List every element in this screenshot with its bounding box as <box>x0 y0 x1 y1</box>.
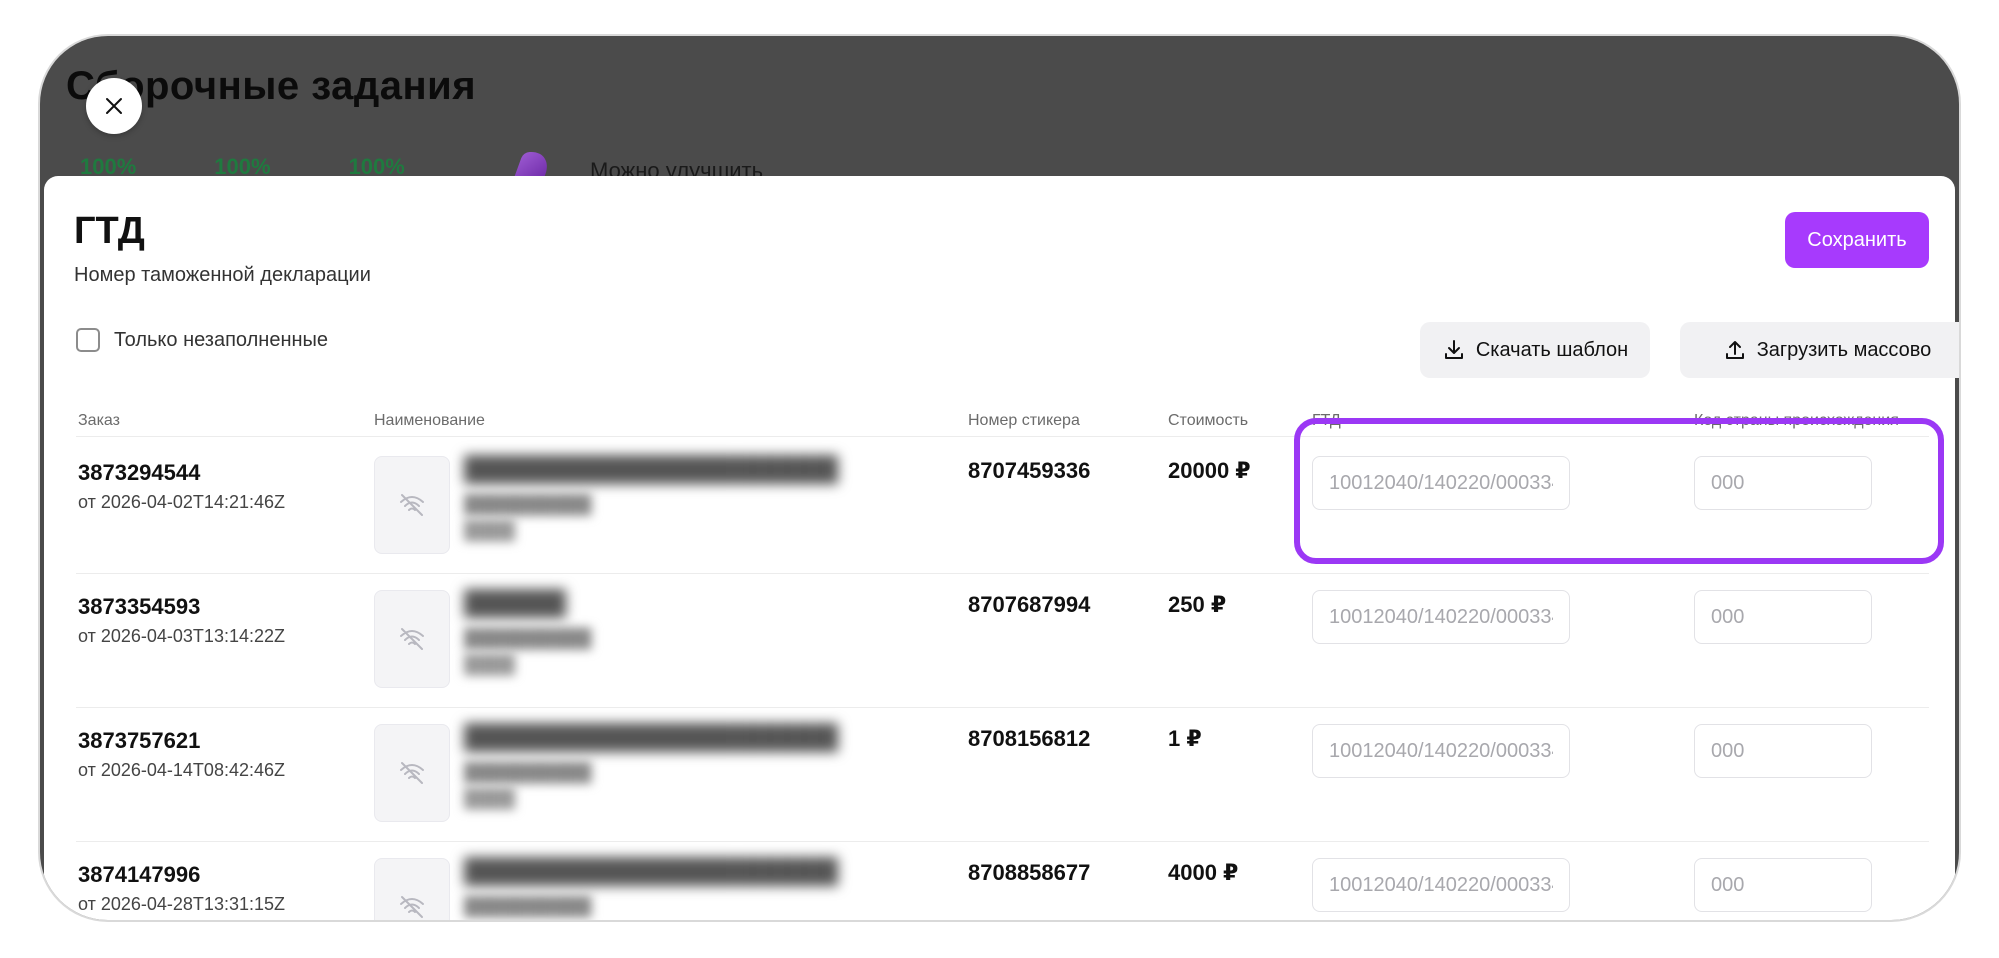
product-name-blurred: ██████████████████████ <box>464 858 839 885</box>
column-header-order: Заказ <box>78 412 120 429</box>
order-date: от 2026-04-14T08:42:46Z <box>78 760 285 780</box>
country-code-input[interactable] <box>1694 590 1872 644</box>
only-empty-filter[interactable]: Только незаполненные <box>76 328 328 352</box>
gtd-input[interactable] <box>1312 456 1570 510</box>
country-code-input[interactable] <box>1694 724 1872 778</box>
order-id: 3873354593 <box>78 594 201 619</box>
column-header-country: Код страны происхождения <box>1694 412 1899 429</box>
order-cost: 250 ₽ <box>1168 592 1227 617</box>
column-header-sticker: Номер стикера <box>968 412 1080 429</box>
table-row: 3873757621 от 2026-04-14T08:42:46Z █████… <box>44 708 1955 842</box>
column-header-gtd: ГТД <box>1312 412 1341 429</box>
product-detail-blurred: ██████████ <box>464 762 592 782</box>
country-code-input[interactable] <box>1694 456 1872 510</box>
order-cost: 20000 ₽ <box>1168 458 1251 483</box>
no-image-icon <box>400 762 424 784</box>
column-header-cost: Стоимость <box>1168 412 1249 429</box>
order-id: 3874147996 <box>78 862 201 887</box>
product-detail-blurred: ████ <box>464 654 516 674</box>
save-button[interactable]: Сохранить <box>1785 212 1929 268</box>
no-image-icon <box>400 628 424 650</box>
product-thumbnail <box>374 590 450 688</box>
product-name-blurred: ██████████████████████ <box>464 724 839 751</box>
product-detail-blurred: ██████████ <box>464 628 592 648</box>
product-thumbnail <box>374 724 450 822</box>
download-template-label: Скачать шаблон <box>1475 338 1629 361</box>
download-icon <box>1444 340 1463 359</box>
gtd-input[interactable] <box>1312 590 1570 644</box>
order-date: от 2026-04-02T14:21:46Z <box>78 492 285 512</box>
table-row: 3873294544 от 2026-04-02T14:21:46Z █████… <box>44 440 1955 574</box>
order-date: от 2026-04-28T13:31:15Z <box>78 894 285 914</box>
order-date: от 2026-04-03T13:14:22Z <box>78 626 285 646</box>
country-code-input[interactable] <box>1694 858 1872 912</box>
product-detail-blurred: ████ <box>464 520 516 540</box>
product-detail-blurred: ██████████ <box>464 896 592 916</box>
modal-title: ГТД <box>74 210 145 252</box>
sticker-number: 8707459336 <box>968 458 1091 483</box>
gtd-modal: ГТД Номер таможенной декларации Сохранит… <box>44 176 1959 920</box>
product-detail-blurred: ██████████ <box>464 494 592 514</box>
only-empty-checkbox[interactable] <box>76 328 100 352</box>
table-row: 3873354593 от 2026-04-03T13:14:22Z █████… <box>44 574 1955 708</box>
sticker-number: 8707687994 <box>968 592 1091 617</box>
modal-subtitle: Номер таможенной декларации <box>74 264 371 286</box>
sticker-number: 8708858677 <box>968 860 1091 885</box>
product-name-blurred: ██████ <box>464 590 567 617</box>
order-cost: 4000 ₽ <box>1168 860 1239 885</box>
bulk-upload-button[interactable]: Загрузить массово <box>1680 322 1959 378</box>
header-divider <box>76 436 1929 437</box>
upload-icon <box>1725 341 1744 359</box>
product-name-blurred: ██████████████████████ <box>464 456 839 483</box>
bulk-upload-label: Загрузить массово <box>1756 338 1932 361</box>
close-button[interactable] <box>86 78 142 134</box>
product-thumbnail <box>374 456 450 554</box>
no-image-icon <box>400 896 424 918</box>
gtd-input[interactable] <box>1312 858 1570 912</box>
order-id: 3873757621 <box>78 728 201 753</box>
table-row: 3874147996 от 2026-04-28T13:31:15Z █████… <box>44 842 1955 920</box>
order-id: 3873294544 <box>78 460 201 485</box>
app-frame: Сборочные задания 100% 100% 100% Можно у… <box>40 36 1959 920</box>
order-cost: 1 ₽ <box>1168 726 1202 751</box>
only-empty-label: Только незаполненные <box>114 328 329 351</box>
download-template-button[interactable]: Скачать шаблон <box>1420 322 1650 378</box>
gtd-input[interactable] <box>1312 724 1570 778</box>
no-image-icon <box>400 494 424 516</box>
close-icon <box>106 98 122 114</box>
product-thumbnail <box>374 858 450 920</box>
column-header-name: Наименование <box>374 412 485 429</box>
product-detail-blurred: ████ <box>464 788 516 808</box>
sticker-number: 8708156812 <box>968 726 1091 751</box>
